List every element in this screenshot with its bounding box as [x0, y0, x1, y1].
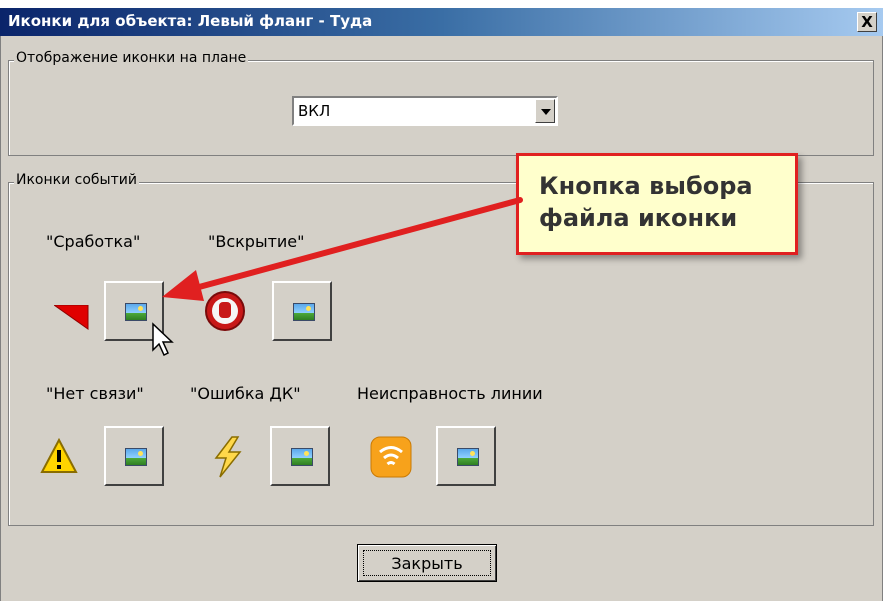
warning-triangle-icon — [40, 438, 78, 473]
events-group-label: Иконки событий — [14, 172, 139, 188]
display-select-value: ВКЛ — [298, 102, 331, 120]
event-label-no-link: "Нет связи" — [46, 384, 144, 403]
image-file-icon — [125, 448, 147, 466]
image-file-icon — [457, 448, 479, 466]
mouse-cursor-icon — [152, 322, 174, 357]
image-file-icon — [291, 448, 313, 466]
window-title: Иконки для объекта: Левый фланг - Туда — [8, 12, 373, 30]
display-group-label: Отображение иконки на плане — [14, 50, 249, 66]
annotation-callout: Кнопка выбора файла иконки — [516, 153, 798, 255]
event-label-dk-error: "Ошибка ДК" — [190, 384, 301, 403]
image-file-icon — [125, 303, 147, 321]
choose-icon-button-line-fault[interactable] — [436, 426, 496, 486]
event-label-line-fault: Неисправность линии — [357, 384, 543, 403]
display-select[interactable]: ВКЛ — [292, 96, 558, 126]
signal-fault-icon — [370, 436, 412, 478]
close-button[interactable]: Закрыть — [357, 544, 497, 582]
choose-icon-button-dk-error[interactable] — [270, 426, 330, 486]
annotation-text: Кнопка выбора файла иконки — [539, 172, 753, 232]
choose-icon-button-no-link[interactable] — [104, 426, 164, 486]
event-label-alarm: "Сработка" — [46, 232, 141, 251]
close-window-button[interactable]: X — [857, 12, 877, 32]
red-triangle-flag-icon — [54, 305, 89, 330]
title-bar: Иконки для объекта: Левый фланг - Туда X — [0, 8, 883, 36]
close-button-label: Закрыть — [391, 554, 463, 573]
lightning-icon — [214, 436, 242, 478]
annotation-arrow — [162, 197, 523, 301]
chevron-down-icon[interactable] — [535, 99, 555, 123]
